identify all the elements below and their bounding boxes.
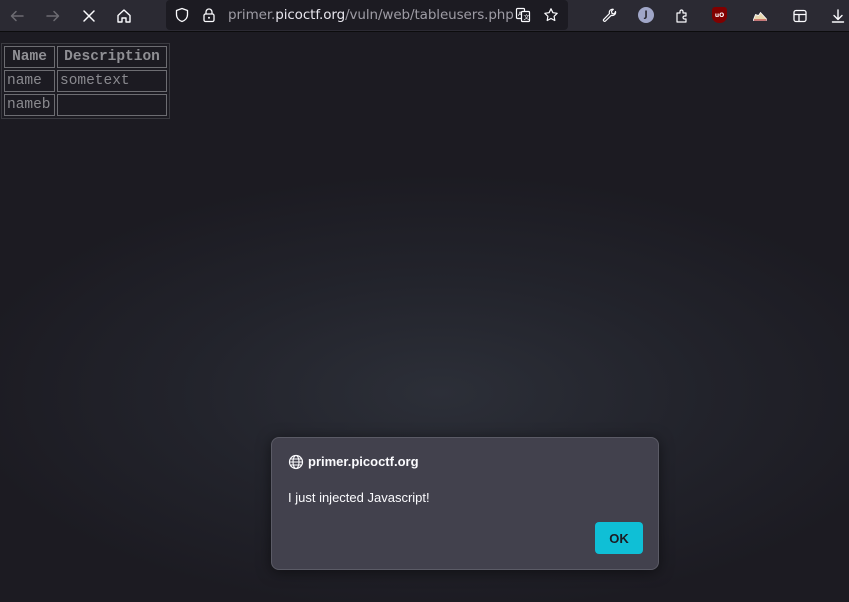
wrench-icon bbox=[602, 8, 617, 22]
column-header-description: Description bbox=[57, 46, 167, 68]
download-icon bbox=[831, 9, 845, 23]
reader-icon bbox=[793, 9, 807, 23]
back-icon bbox=[10, 10, 24, 22]
table-row: nameb bbox=[4, 94, 167, 116]
downloads-button[interactable] bbox=[825, 3, 849, 29]
alert-dialog: primer.picoctf.org I just injected Javas… bbox=[271, 437, 659, 570]
extensions-button[interactable] bbox=[669, 3, 695, 29]
ublock-icon[interactable]: uO bbox=[712, 7, 727, 23]
account-icon[interactable]: J bbox=[638, 7, 654, 23]
stop-icon bbox=[83, 10, 95, 22]
table-header-row: Name Description bbox=[4, 46, 167, 68]
browser-toolbar: primer.picoctf.org/vuln/web/tableusers.p… bbox=[0, 0, 849, 32]
url-prefix: primer. bbox=[228, 7, 276, 23]
back-button[interactable] bbox=[4, 3, 30, 29]
translate-icon[interactable]: A文 bbox=[515, 7, 531, 23]
cell-description bbox=[57, 94, 167, 116]
cell-name: name bbox=[4, 70, 55, 92]
extension-button[interactable] bbox=[747, 3, 773, 29]
url-path: /vuln/web/tableusers.php bbox=[345, 7, 514, 23]
shield-icon[interactable] bbox=[174, 7, 190, 23]
sneaker-extension-icon bbox=[753, 11, 767, 21]
ok-button[interactable]: OK bbox=[595, 522, 643, 554]
svg-text:文: 文 bbox=[524, 14, 530, 22]
dialog-origin: primer.picoctf.org bbox=[308, 454, 419, 469]
globe-icon bbox=[288, 454, 304, 470]
home-icon bbox=[117, 9, 131, 23]
forward-button[interactable] bbox=[40, 3, 66, 29]
column-header-name: Name bbox=[4, 46, 55, 68]
url-bar[interactable]: primer.picoctf.org/vuln/web/tableusers.p… bbox=[166, 0, 568, 30]
dialog-message: I just injected Javascript! bbox=[288, 490, 430, 505]
cell-description: sometext bbox=[57, 70, 167, 92]
cell-name: nameb bbox=[4, 94, 55, 116]
url-text[interactable]: primer.picoctf.org/vuln/web/tableusers.p… bbox=[228, 7, 514, 23]
lock-icon[interactable] bbox=[201, 7, 217, 23]
tools-button[interactable] bbox=[597, 3, 623, 29]
stop-button[interactable] bbox=[76, 3, 102, 29]
reader-button[interactable] bbox=[787, 3, 813, 29]
users-table: Name Description name sometext nameb bbox=[1, 43, 170, 119]
home-button[interactable] bbox=[111, 3, 137, 29]
table-row: name sometext bbox=[4, 70, 167, 92]
forward-icon bbox=[46, 10, 60, 22]
star-icon[interactable] bbox=[543, 7, 559, 23]
extensions-icon bbox=[676, 9, 687, 23]
url-domain: picoctf.org bbox=[275, 7, 346, 23]
